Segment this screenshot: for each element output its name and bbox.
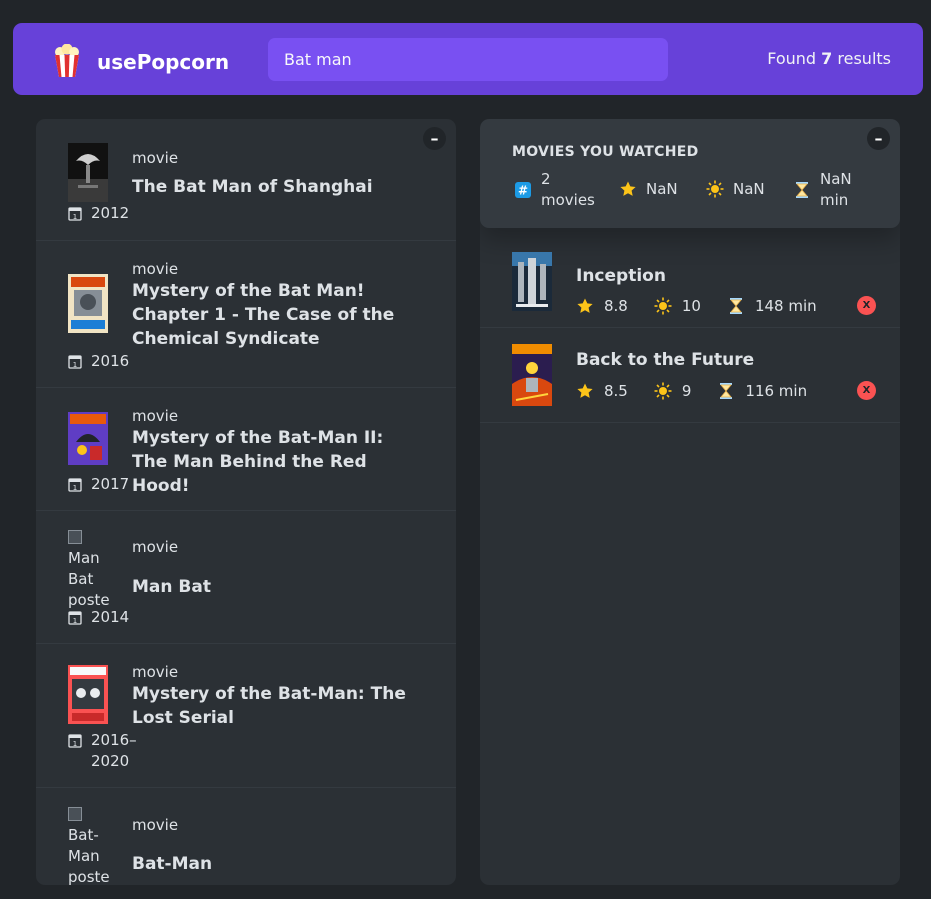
user-rating: 10	[654, 297, 701, 315]
movie-title: Mystery of the Bat-Man: The Lost Serial	[132, 684, 406, 728]
watched-movie-item: Inception 8.8 10 148 min X	[480, 228, 900, 328]
svg-text:1: 1	[73, 361, 77, 369]
movie-poster	[68, 412, 108, 465]
imdb-rating: 8.8	[576, 297, 628, 315]
collapse-watched-button[interactable]: –	[867, 127, 890, 150]
navbar: usePopcorn Found 7 results	[13, 23, 923, 95]
hourglass-icon	[729, 298, 742, 314]
movie-year: 1 2014	[68, 607, 129, 628]
movie-poster	[68, 143, 108, 202]
delete-watched-button[interactable]: X	[857, 296, 876, 315]
results-count: Found 7 results	[767, 49, 891, 68]
list-item[interactable]: Bat-Man poste movie Bat-Man	[36, 788, 456, 885]
movie-title: The Bat Man of Shanghai	[132, 177, 373, 197]
movie-year: 1 2016	[68, 351, 129, 372]
sun-icon	[706, 180, 724, 198]
calendar-icon: 1	[68, 611, 82, 625]
list-item[interactable]: movie The Bat Man of Shanghai 1 2012	[36, 119, 456, 241]
broken-image-icon	[68, 807, 82, 821]
summary-count: # 2 movies	[514, 169, 614, 211]
movie-poster	[512, 252, 552, 312]
imdb-rating: 8.5	[576, 382, 628, 400]
watched-movie-stats: 8.8 10 148 min	[576, 297, 843, 315]
summary-user-rating: NaN	[706, 169, 765, 200]
watched-movie-stats: 8.5 9 116 min	[576, 382, 833, 400]
summary-heading: Movies you watched	[512, 144, 699, 160]
popcorn-icon	[55, 44, 79, 77]
movie-poster	[68, 665, 108, 724]
movie-type: movie	[132, 663, 179, 681]
movie-poster	[512, 344, 552, 406]
hourglass-icon	[720, 383, 733, 399]
movie-type: movie	[132, 407, 179, 425]
movie-type: movie	[132, 816, 179, 834]
movie-type: movie	[132, 149, 179, 167]
star-icon	[577, 383, 593, 398]
movie-title: Mystery of the Bat Man! Chapter 1 - The …	[132, 281, 395, 349]
broken-image-icon	[68, 530, 82, 544]
svg-text:#: #	[518, 184, 528, 198]
movie-title: Mystery of the Bat-Man II: The Man Behin…	[132, 428, 384, 496]
list-item[interactable]: Man Bat poste movie Man Bat 1 2014	[36, 511, 456, 644]
movie-poster	[68, 274, 108, 333]
search-results-box: – movie The Bat Man of Shanghai 1 2012 m…	[36, 119, 456, 885]
movie-title: Man Bat	[132, 577, 211, 597]
user-rating: 9	[654, 382, 691, 400]
summary-runtime: NaN min	[793, 169, 873, 211]
results-number: 7	[821, 49, 833, 68]
list-item[interactable]: movie Mystery of the Bat Man! Chapter 1 …	[36, 241, 456, 388]
search-input[interactable]	[268, 38, 668, 81]
movie-type: movie	[132, 538, 179, 556]
delete-watched-button[interactable]: X	[857, 381, 876, 400]
movie-year: 1 2016–2020	[68, 730, 141, 772]
calendar-icon: 1	[68, 207, 82, 221]
summary-imdb-rating: NaN	[619, 169, 678, 200]
logo: usePopcorn	[53, 44, 230, 79]
sun-icon	[654, 382, 672, 400]
star-icon	[620, 181, 636, 196]
movie-poster-alt: Bat-Man poste	[68, 804, 113, 885]
movie-year: 1 2012	[68, 203, 129, 224]
collapse-results-button[interactable]: –	[423, 127, 446, 150]
movie-type: movie	[132, 260, 179, 278]
watched-box: – Movies you watched # 2 movies NaN NaN …	[480, 119, 900, 885]
watched-summary: Movies you watched # 2 movies NaN NaN Na…	[480, 119, 900, 228]
movie-poster-alt: Man Bat poste	[68, 527, 113, 611]
runtime: 116 min	[717, 382, 807, 400]
hash-icon: #	[515, 182, 531, 198]
calendar-icon: 1	[68, 355, 82, 369]
svg-text:1: 1	[73, 484, 77, 492]
hourglass-icon	[796, 182, 808, 198]
movie-list: movie The Bat Man of Shanghai 1 2012 mov…	[36, 119, 456, 885]
runtime: 148 min	[727, 297, 817, 315]
svg-text:1: 1	[73, 617, 77, 625]
movie-title: Inception	[576, 266, 666, 286]
list-item[interactable]: movie Mystery of the Bat-Man II: The Man…	[36, 388, 456, 511]
watched-movie-item: Back to the Future 8.5 9 116 min X	[480, 328, 900, 423]
sun-icon	[654, 297, 672, 315]
movie-title: Bat-Man	[132, 854, 213, 874]
movie-year: 1 2017	[68, 474, 129, 495]
star-icon	[577, 298, 593, 313]
svg-text:1: 1	[73, 740, 77, 748]
logo-text: usePopcorn	[97, 50, 230, 74]
list-item[interactable]: movie Mystery of the Bat-Man: The Lost S…	[36, 644, 456, 788]
calendar-icon: 1	[68, 478, 82, 492]
calendar-icon: 1	[68, 734, 82, 748]
svg-text:1: 1	[73, 213, 77, 221]
movie-title: Back to the Future	[576, 350, 755, 370]
